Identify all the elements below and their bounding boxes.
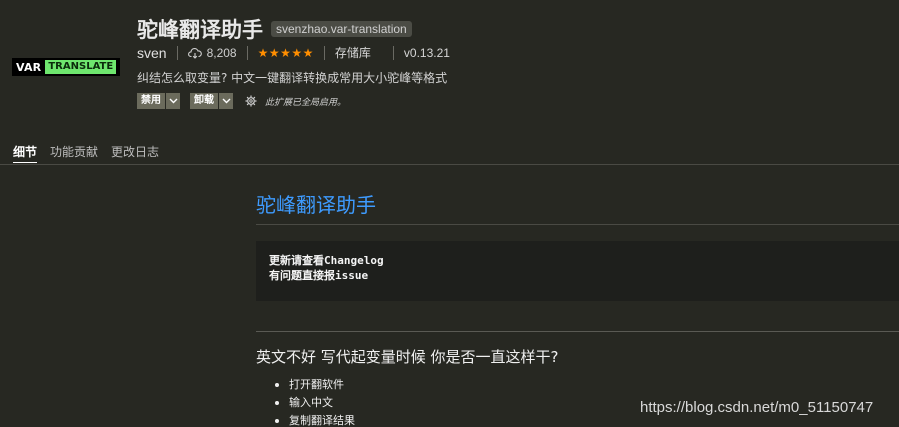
extension-header: VAR TRANSLATE 驼峰翻译助手 svenzhao.var-transl… [0, 0, 899, 140]
watermark-text: https://blog.csdn.net/m0_51150747 [640, 399, 874, 416]
tab-details[interactable]: 细节 [13, 143, 38, 163]
list-item: 打开翻软件 [272, 376, 899, 394]
cloud-download-icon [187, 47, 202, 59]
separator [323, 45, 325, 60]
uninstall-button-group: 卸载 [190, 93, 233, 109]
extension-id-badge: svenzhao.var-translation [271, 21, 412, 37]
extension-description: 纠结怎么取变量? 中文一键翻译转换成常用大小驼峰等格式 [137, 71, 448, 85]
title-underline [256, 224, 899, 225]
disable-dropdown-button[interactable] [166, 93, 180, 109]
code-line: 有问题直接报issue [269, 269, 369, 282]
code-block: 更新请查看Changelog 有问题直接报issue [256, 241, 899, 301]
action-bar: 禁用 卸载 此扩展已全局启用。 [137, 93, 346, 109]
tab-contributions[interactable]: 功能贡献 [50, 143, 98, 163]
extension-name: 驼峰翻译助手 [137, 18, 263, 42]
disable-button-group: 禁用 [137, 93, 180, 109]
gear-icon[interactable] [245, 95, 257, 107]
horizontal-rule [256, 331, 899, 332]
install-count-value: 8,208 [206, 45, 237, 60]
publisher-link[interactable]: sven [137, 45, 167, 61]
readme-content: 驼峰翻译助手 更新请查看Changelog 有问题直接报issue 英文不好 写… [256, 165, 899, 427]
rating-stars[interactable]: ★★★★★ [258, 46, 314, 60]
separator [176, 45, 178, 60]
code-line: 更新请查看Changelog [269, 254, 384, 267]
title-row: 驼峰翻译助手 svenzhao.var-translation [137, 14, 412, 44]
chevron-down-icon [169, 98, 177, 104]
logo-translate-text: TRANSLATE [45, 60, 117, 74]
uninstall-dropdown-button[interactable] [219, 93, 233, 109]
extension-logo: VAR TRANSLATE [12, 58, 120, 76]
tab-changelog[interactable]: 更改日志 [111, 143, 159, 163]
readme-title: 驼峰翻译助手 [256, 193, 376, 217]
separator [246, 45, 248, 60]
uninstall-button[interactable]: 卸载 [190, 93, 219, 109]
disable-button[interactable]: 禁用 [137, 93, 166, 109]
readme-question-heading: 英文不好 写代起变量时候 你是否一直这样干? [256, 348, 559, 366]
detail-tabs: 细节 功能贡献 更改日志 [13, 143, 172, 163]
install-count: 8,208 [187, 45, 237, 60]
separator [392, 45, 394, 60]
meta-row: sven 8,208 ★★★★★ 存储库 v0.13.21 [137, 44, 450, 61]
repository-link[interactable]: 存储库 [335, 44, 371, 61]
enabled-status: 此扩展已全局启用。 [265, 97, 347, 108]
logo-var-text: VAR [16, 60, 42, 74]
chevron-down-icon [222, 98, 230, 104]
version-label: v0.13.21 [403, 45, 450, 60]
